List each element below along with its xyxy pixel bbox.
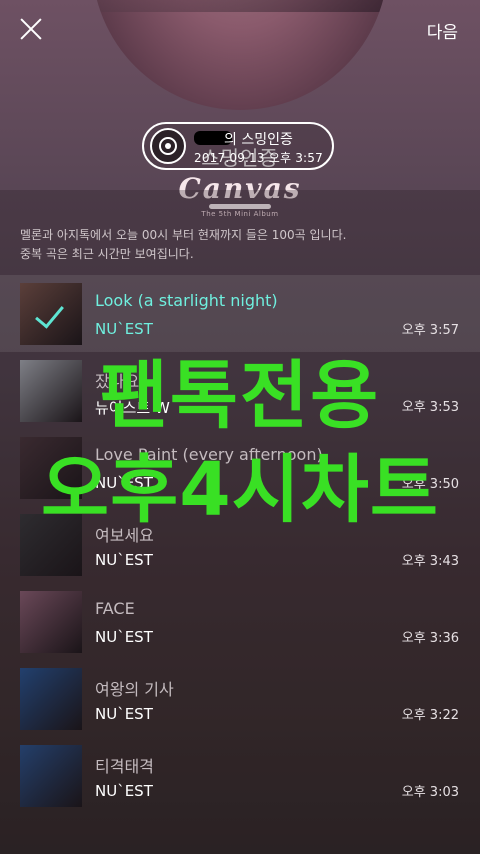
track-artist: 뉴이스트 W <box>95 399 170 417</box>
album-art <box>20 668 82 730</box>
album-thumbnail <box>20 591 82 653</box>
track-list: Look (a starlight night) NU`EST 오후 3:57 잤나요… <box>0 275 480 814</box>
track-title: Look (a starlight night) <box>95 291 278 310</box>
album-photo <box>92 0 388 12</box>
badge-title: 의 스밍인증 <box>224 132 293 148</box>
album-thumbnail <box>20 437 82 499</box>
album-art <box>20 360 82 422</box>
track-time: 오후 3:03 <box>401 785 459 800</box>
album-art <box>20 514 82 576</box>
track-title: 티격태격 <box>95 757 154 776</box>
info-line-2: 중복 곡은 최근 시간만 보여집니다. <box>20 247 194 261</box>
album-thumbnail <box>20 360 82 422</box>
track-artist: NU`EST <box>95 782 153 800</box>
album-thumbnail <box>20 514 82 576</box>
album-art <box>20 745 82 807</box>
track-row[interactable]: Love Paint (every afternoon) NU`EST 오후 3:5… <box>0 429 480 506</box>
close-icon[interactable] <box>14 12 48 46</box>
track-row[interactable]: 여보세요 NU`EST 오후 3:43 <box>0 506 480 583</box>
track-artist: NU`EST <box>95 628 153 646</box>
track-row[interactable]: 잤나요뉴이스트 W 오후 3:53 <box>0 352 480 429</box>
track-row[interactable]: 여왕의 기사 NU`EST 오후 3:22 <box>0 660 480 737</box>
album-thumbnail <box>20 283 82 345</box>
info-line-1: 멜론과 아지톡에서 오늘 00시 부터 현재까지 들은 100곡 입니다. <box>20 228 347 242</box>
album-art <box>20 591 82 653</box>
track-title: 여보세요 <box>95 526 154 545</box>
track-title: Love Paint (every afternoon) <box>95 445 323 464</box>
track-time: 오후 3:53 <box>401 400 459 415</box>
badge-timestamp: 2017.09.13 오후 3:57 <box>194 151 323 165</box>
album-thumbnail <box>20 668 82 730</box>
track-time: 오후 3:22 <box>401 708 459 723</box>
album-art <box>20 437 82 499</box>
album-cover-art <box>92 0 388 110</box>
album-thumbnail <box>20 745 82 807</box>
track-title: 잤나요 <box>95 372 140 391</box>
track-row[interactable]: Look (a starlight night) NU`EST 오후 3:57 <box>0 275 480 352</box>
drag-handle[interactable] <box>209 204 271 209</box>
track-time: 오후 3:50 <box>401 477 459 492</box>
track-row[interactable]: FACE NU`EST 오후 3:36 <box>0 583 480 660</box>
next-button[interactable]: 다음 <box>427 18 458 43</box>
history-sheet: 멜론과 아지톡에서 오늘 00시 부터 현재까지 들은 100곡 입니다. 중복… <box>0 190 480 854</box>
track-time: 오후 3:43 <box>401 554 459 569</box>
track-artist: NU`EST <box>95 705 153 723</box>
track-title: 여왕의 기사 <box>95 680 174 699</box>
track-title: FACE <box>95 599 135 618</box>
track-artist: NU`EST <box>95 320 153 338</box>
track-time: 오후 3:57 <box>401 323 459 338</box>
track-time: 오후 3:36 <box>401 631 459 646</box>
track-row[interactable]: 티격태격 NU`EST 오후 3:03 <box>0 737 480 814</box>
track-artist: NU`EST <box>95 551 153 569</box>
disc-icon <box>150 128 186 164</box>
track-artist: NU`EST <box>95 474 153 492</box>
album-header: 스밍인증 Canvas The 5th Mini Album 다음 의 스밍인증… <box>0 0 480 218</box>
info-text: 멜론과 아지톡에서 오늘 00시 부터 현재까지 들은 100곡 입니다. 중복… <box>20 226 346 264</box>
streaming-badge: 의 스밍인증 2017.09.13 오후 3:57 <box>142 122 334 170</box>
